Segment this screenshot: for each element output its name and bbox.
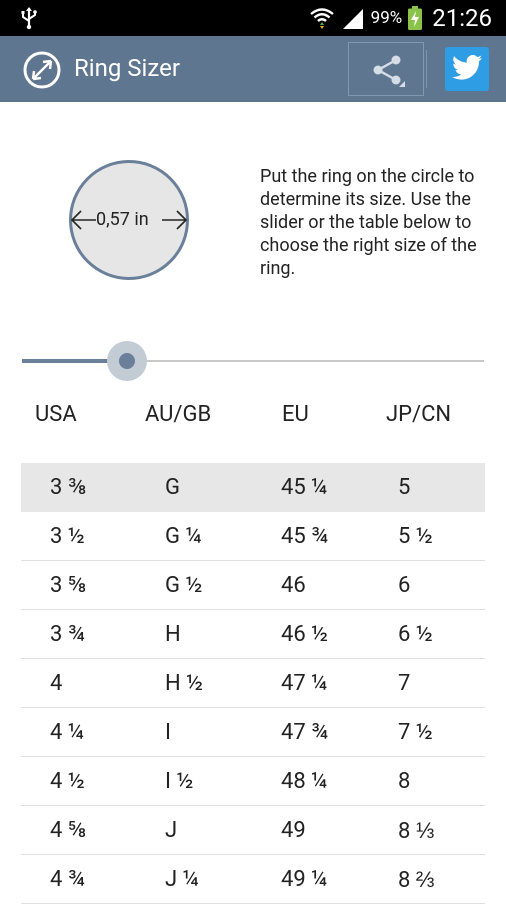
twitter-icon [452,55,482,80]
twitter-button[interactable] [445,47,489,91]
table-cell: 8 ⅓ [398,819,435,844]
battery-charging-icon [408,6,423,30]
table-cell: 3 ⅜ [50,475,87,500]
table-cell: G [165,475,180,500]
table-cell: 45 ¼ [281,475,328,500]
size-table: 3 ⅜ G 45 ¼ 5 3 ½ G ¼ 45 ¾ 5 ½ 3 ⅝ G ½ 46 6 3 ¾ H 46 ½ 6… [21,463,485,904]
table-cell: 45 ¾ [281,524,329,549]
table-cell: 5 ½ [398,524,433,549]
slider-thumb[interactable] [119,353,135,369]
app-title: Ring Sizer [74,54,180,82]
table-cell: 4 ¾ [50,867,85,892]
divider [426,50,427,88]
table-cell: H [165,622,181,647]
table-cell: G ½ [165,573,203,598]
table-row[interactable]: 4 H ½ 47 ¼ 7 [21,659,485,708]
table-cell: 4 ½ [50,769,85,794]
table-cell: 48 ¼ [281,769,328,794]
table-row[interactable]: 4 ¾ J ¼ 49 ¼ 8 ⅔ [21,855,485,904]
instructions-text: Put the ring on the circle to determine … [260,166,477,279]
table-cell: 6 [398,573,411,598]
table-row[interactable]: 4 ⅝ J 49 8 ⅓ [21,806,485,855]
table-row[interactable]: 4 ½ I ½ 48 ¼ 8 [21,757,485,806]
usb-icon [21,7,37,30]
ring-diameter-icon[interactable] [22,50,62,90]
table-cell: 4 [50,671,63,696]
table-cell: 6 ½ [398,622,433,647]
header-usa: USA [35,402,77,427]
table-cell: I [165,720,171,745]
table-cell: 3 ¾ [50,622,85,647]
share-icon [373,55,405,87]
table-cell: 3 ½ [50,524,85,549]
signal-icon [342,9,363,29]
table-cell: J [165,818,178,843]
clock: 21:26 [432,4,492,32]
table-cell: 8 [398,769,411,794]
header-eu: EU [282,402,309,427]
table-cell: 46 ½ [281,622,329,647]
action-bar: Ring Sizer [0,36,506,102]
status-bar: 99% 21:26 [0,0,506,36]
table-cell: 46 [281,573,306,598]
battery-percent: 99% [370,8,403,28]
table-row[interactable]: 3 ¾ H 46 ½ 6 ½ [21,610,485,659]
table-cell: 4 ¼ [50,720,84,745]
table-cell: H ½ [165,671,204,696]
table-row[interactable]: 3 ⅜ G 45 ¼ 5 [21,463,485,512]
share-button[interactable] [348,42,424,96]
table-cell: 49 ¼ [281,867,328,892]
table-row[interactable]: 3 ½ G ¼ 45 ¾ 5 ½ [21,512,485,561]
table-cell: 3 ⅝ [50,573,87,598]
table-cell: 4 ⅝ [50,818,87,843]
table-row[interactable]: 4 ¼ I 47 ¾ 7 ½ [21,708,485,757]
table-cell: 47 ¾ [281,720,329,745]
table-cell: I ½ [165,769,194,794]
table-cell: 7 [398,671,411,696]
table-cell: 8 ⅔ [398,868,435,893]
table-cell: J ¼ [165,867,199,892]
table-cell: 49 [281,818,306,843]
table-cell: 7 ½ [398,720,433,745]
table-cell: G ¼ [165,524,202,549]
wifi-icon [309,8,334,29]
table-row[interactable]: 3 ⅝ G ½ 46 6 [21,561,485,610]
table-cell: 47 ¼ [281,671,328,696]
header-au-gb: AU/GB [145,402,212,427]
diameter-label: 0,57 in [96,209,149,230]
header-jp-cn: JP/CN [386,402,452,427]
table-cell: 5 [398,475,411,500]
table-header: USA AU/GB EU JP/CN [0,402,506,432]
